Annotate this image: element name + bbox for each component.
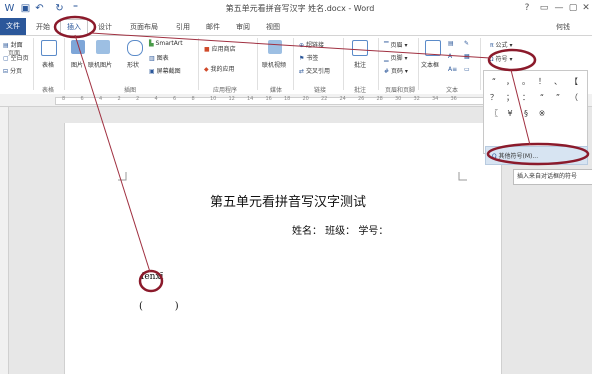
annotation-circle-pinyin (138, 269, 164, 293)
annotation-circle-symbol-button (487, 48, 537, 72)
symbol-cell[interactable]: ！ (535, 76, 549, 88)
annotation-overlay (53, 15, 590, 293)
symbol-cell[interactable]: ； (503, 92, 517, 104)
symbol-cell[interactable]: （ (567, 92, 581, 104)
symbol-cell[interactable]: ※ (535, 108, 549, 120)
symbol-cell[interactable]: ？ (487, 92, 501, 104)
symbol-cell[interactable]: 〖 (487, 108, 501, 120)
symbol-cell[interactable]: 。 (519, 76, 533, 88)
symbol-cell[interactable]: ¥ (503, 108, 517, 120)
symbol-cell[interactable]: § (519, 108, 533, 120)
annotation-circle-insert-tab (53, 15, 97, 39)
annotation-line-insert-to-text (74, 34, 151, 273)
annotation-line-insert-to-symbol (90, 32, 491, 59)
symbol-cell[interactable]: ： (519, 92, 533, 104)
symbol-cell[interactable]: 【 (567, 76, 581, 88)
symbol-cell[interactable]: ， (503, 76, 517, 88)
symbol-cell[interactable]: 、 (551, 76, 565, 88)
symbol-cell[interactable]: ” (551, 92, 565, 104)
symbol-cell[interactable]: “ (535, 92, 549, 104)
annotation-circle-more-symbols (486, 142, 590, 166)
symbol-cell[interactable]: “ (487, 76, 501, 88)
